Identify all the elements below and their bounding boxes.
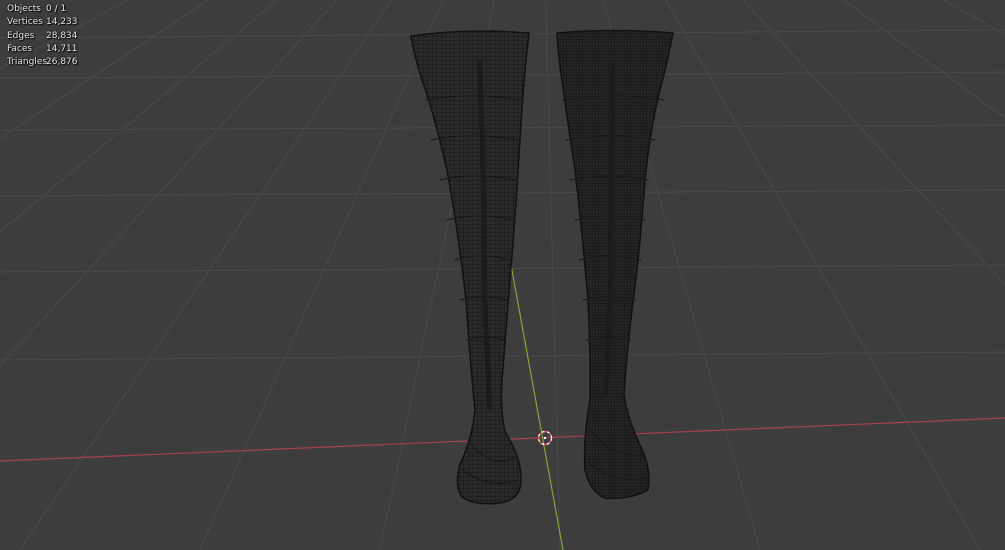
stocking-left[interactable] bbox=[410, 30, 530, 505]
stocking-right[interactable] bbox=[556, 29, 674, 500]
viewport-canvas[interactable] bbox=[0, 0, 1005, 550]
3d-viewport[interactable]: Objects 0 / 1 Vertices 14,233 Edges 28,834 Fac… bbox=[0, 0, 1005, 550]
